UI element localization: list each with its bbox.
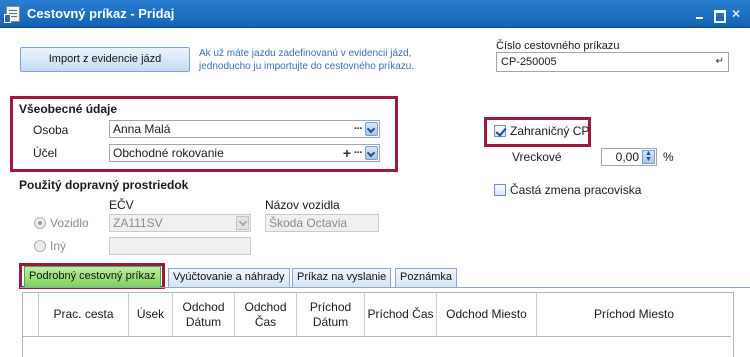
osoba-value: Anna Malá	[113, 122, 171, 136]
osoba-label: Osoba	[33, 123, 69, 137]
column-header[interactable]: Odchod Dátum	[173, 293, 235, 336]
column-header[interactable]: Odchod Miesto	[437, 293, 537, 336]
cislo-field[interactable]: CP-250005 ↵	[496, 52, 729, 72]
column-header[interactable]: Odchod Čas	[235, 293, 297, 336]
checkbox-unchecked-icon[interactable]	[494, 184, 506, 196]
ucel-more-button[interactable]: ···	[354, 145, 363, 161]
tab-poznamka[interactable]: Poznámka	[395, 268, 457, 287]
column-header[interactable]: Príchod Dátum	[297, 293, 365, 336]
close-button[interactable]: ✕	[728, 6, 744, 22]
iny-field	[109, 237, 251, 255]
ecv-value: ZA111SV	[113, 216, 163, 230]
import-hint-text: Ak už máte jazdu zadefinovanú v evidenci…	[199, 48, 415, 72]
ucel-combo[interactable]: Obchodné rokovanie + ···	[109, 144, 380, 162]
radio-selected-icon[interactable]	[34, 217, 46, 229]
ecv-combo: ZA111SV	[109, 214, 251, 232]
zahranicny-checkbox[interactable]: Zahraničný CP	[494, 124, 589, 138]
section-title-vseobecne: Všeobecné údaje	[19, 102, 118, 116]
cislo-value: CP-250005	[501, 56, 557, 68]
vreckove-unit: %	[663, 150, 674, 164]
maximize-button[interactable]	[710, 6, 726, 23]
column-header[interactable]: Príchod Čas	[365, 293, 437, 336]
cislo-label: Číslo cestovného príkazu	[496, 40, 620, 52]
tab-vyuctovanie[interactable]: Vyúčtovanie a náhrady	[168, 268, 290, 287]
window-title: Cestovný príkaz - Pridaj	[27, 6, 175, 21]
detail-grid[interactable]: Prac. cesta Úsek Odchod Dátum Odchod Čas…	[22, 292, 734, 357]
iny-radio[interactable]: Iný	[34, 239, 66, 253]
checkbox-checked-icon[interactable]	[494, 125, 506, 137]
vozidlo-label: Vozidlo	[50, 216, 89, 230]
column-header[interactable]: Úsek	[129, 293, 173, 336]
return-arrow-icon[interactable]: ↵	[716, 53, 724, 71]
osoba-combo[interactable]: Anna Malá ···	[109, 120, 380, 138]
ecv-header: EČV	[109, 198, 134, 212]
vozidlo-radio[interactable]: Vozidlo	[34, 216, 89, 230]
radio-unselected-icon[interactable]	[34, 240, 46, 252]
tab-podrobny[interactable]: Podrobný cestovný príkaz	[24, 266, 161, 287]
chevron-down-icon	[236, 216, 249, 230]
vreckove-label: Vreckové	[512, 150, 562, 164]
ucel-add-button[interactable]: +	[343, 146, 351, 160]
minimize-button[interactable]	[692, 6, 708, 22]
grid-header-row: Prac. cesta Úsek Odchod Dátum Odchod Čas…	[23, 293, 731, 337]
osoba-more-button[interactable]: ···	[354, 121, 363, 137]
vreckove-value: 0,00	[615, 150, 639, 164]
casta-zmena-checkbox[interactable]: Častá zmena pracoviska	[494, 183, 641, 197]
spinner-icon[interactable]: ▲ ▼	[642, 150, 655, 164]
app-icon	[4, 6, 20, 23]
ucel-label: Účel	[33, 146, 58, 160]
title-bar: Cestovný príkaz - Pridaj ✕	[0, 0, 750, 28]
row-indicator-header	[23, 293, 39, 336]
casta-zmena-label: Častá zmena pracoviska	[510, 183, 642, 197]
chevron-down-icon[interactable]	[365, 146, 378, 160]
iny-label: Iný	[50, 239, 67, 253]
column-header[interactable]: Prac. cesta	[39, 293, 129, 336]
ucel-value: Obchodné rokovanie	[113, 146, 224, 160]
nazov-vozidla-field: Škoda Octavia	[265, 214, 379, 232]
vreckove-input[interactable]: 0,00 ▲ ▼	[601, 148, 657, 166]
column-header[interactable]: Príchod Miesto	[537, 293, 731, 336]
import-button[interactable]: Import z evidencie jázd	[20, 47, 190, 72]
zahranicny-label: Zahraničný CP	[510, 124, 590, 138]
chevron-down-icon[interactable]	[365, 122, 378, 136]
tab-strip-line	[20, 287, 750, 288]
tab-prikaz-na-vyslanie[interactable]: Príkaz na vyslanie	[292, 268, 392, 287]
nazov-value: Škoda Octavia	[269, 216, 348, 230]
nazov-vozidla-header: Názov vozidla	[265, 198, 340, 212]
section-title-doprava: Použitý dopravný prostriedok	[19, 178, 189, 192]
